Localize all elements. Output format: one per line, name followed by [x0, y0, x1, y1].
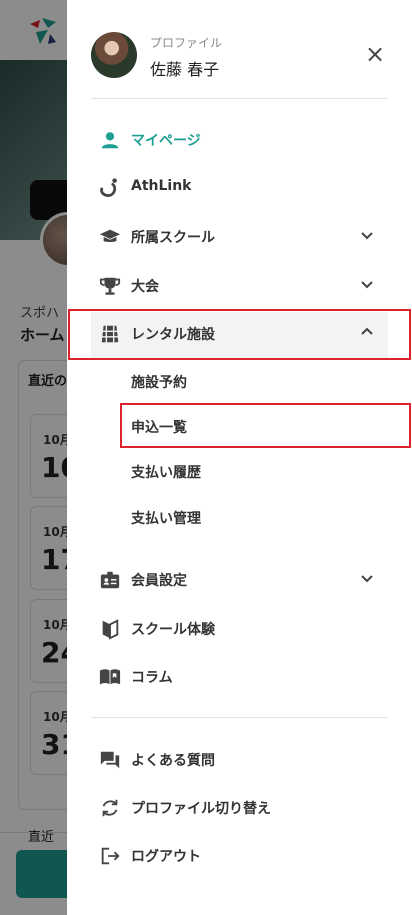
menu-item-label: ログアウト: [131, 849, 201, 865]
submenu-item-application-list[interactable]: 申込一覧: [131, 417, 187, 447]
profile-header: プロファイル 佐藤 春子: [91, 30, 391, 82]
submenu-item-facility-booking[interactable]: 施設予約: [131, 372, 187, 402]
menu-item-column[interactable]: コラム: [91, 655, 388, 699]
menu-item-label: よくある質問: [131, 753, 215, 769]
chevron-down-icon: [361, 281, 373, 289]
profile-name: 佐藤 春子: [150, 60, 220, 79]
submenu-item-payment-management[interactable]: 支払い管理: [131, 508, 201, 538]
trophy-icon: [99, 277, 121, 295]
menu-item-faq[interactable]: よくある質問: [91, 738, 388, 782]
menu-item-label: 大会: [131, 279, 159, 295]
menu-item-athlink[interactable]: AthLink: [91, 166, 388, 210]
menu-item-label: AthLink: [131, 178, 192, 194]
person-icon: [101, 132, 119, 149]
switch-icon: [102, 799, 118, 817]
menu-item-rental-facility[interactable]: レンタル施設: [91, 312, 388, 358]
menu-item-profile-switch[interactable]: プロファイル切り替え: [91, 786, 388, 830]
menu-item-member-settings[interactable]: 会員設定: [91, 558, 388, 602]
divider: [91, 717, 388, 718]
school-icon: [99, 229, 121, 243]
close-button[interactable]: ×: [363, 42, 387, 67]
menu-item-logout[interactable]: ログアウト: [91, 834, 388, 878]
menu-item-school-trial[interactable]: スクール体験: [91, 607, 388, 651]
menu-item-label: コラム: [131, 670, 173, 686]
menu-item-label: 会員設定: [131, 573, 187, 589]
menu-item-mypage[interactable]: マイページ: [91, 118, 388, 162]
submenu-item-payment-history[interactable]: 支払い履歴: [131, 462, 201, 492]
chevron-down-icon: [361, 232, 373, 240]
menu-item-tournament[interactable]: 大会: [91, 264, 388, 308]
athlink-icon: [100, 178, 117, 197]
faq-chat-icon: [100, 751, 120, 769]
logout-icon: [101, 847, 120, 865]
menu-item-label: 所属スクール: [131, 230, 215, 246]
beginner-icon: [102, 619, 119, 640]
profile-label: プロファイル: [150, 36, 223, 50]
menu-item-school[interactable]: 所属スクール: [91, 215, 388, 259]
chevron-up-icon: [361, 327, 373, 335]
chevron-down-icon: [361, 575, 373, 583]
member-card-icon: [100, 571, 120, 589]
menu-item-label: マイページ: [131, 133, 201, 149]
facility-icon: [101, 325, 119, 343]
menu-item-label: レンタル施設: [131, 327, 215, 343]
navigation-drawer: プロファイル 佐藤 春子 × マイページ AthLink 所属スクール 大会 レ…: [67, 0, 412, 915]
menu-item-label: プロファイル切り替え: [131, 801, 271, 817]
menu-item-label: スクール体験: [131, 622, 215, 638]
avatar: [91, 32, 137, 78]
book-icon: [99, 669, 121, 685]
divider: [91, 98, 388, 99]
